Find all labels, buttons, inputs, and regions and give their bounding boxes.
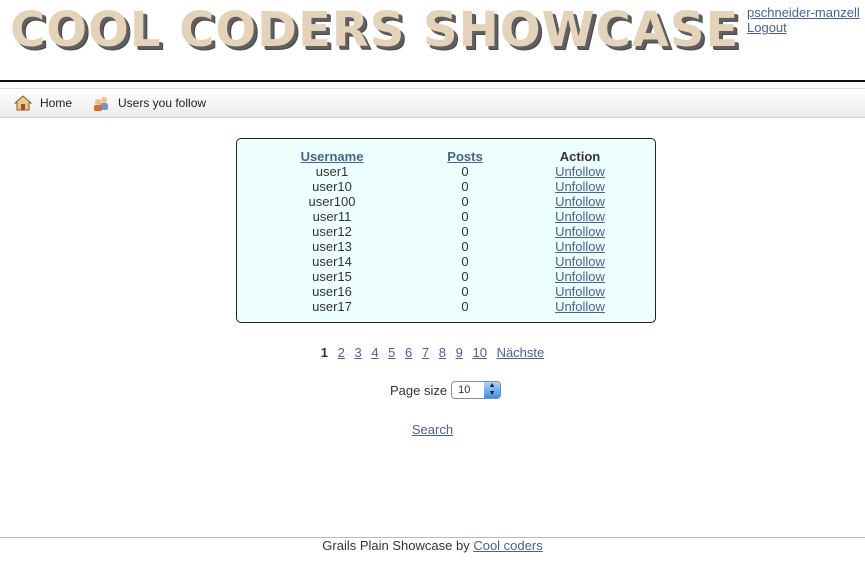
column-header-username[interactable]: Username xyxy=(237,149,427,164)
unfollow-link[interactable]: Unfollow xyxy=(555,194,605,209)
unfollow-link[interactable]: Unfollow xyxy=(555,269,605,284)
page-link[interactable]: 6 xyxy=(405,345,412,360)
user-box: pschneider-manzell Logout xyxy=(747,5,860,35)
table-row: user17 0 Unfollow xyxy=(237,299,657,314)
footer-text: Grails Plain Showcase by xyxy=(322,538,470,553)
cell-posts: 0 xyxy=(461,164,469,179)
unfollow-link[interactable]: Unfollow xyxy=(555,299,605,314)
unfollow-link[interactable]: Unfollow xyxy=(555,164,605,179)
unfollow-link[interactable]: Unfollow xyxy=(555,239,605,254)
cell-posts: 0 xyxy=(461,284,469,299)
cell-posts: 0 xyxy=(461,239,469,254)
page-size-select[interactable]: 10 ▲ ▼ xyxy=(451,381,502,399)
header-divider xyxy=(0,80,865,82)
header: COOL CODERS SHOWCASE pschneider-manzell … xyxy=(0,0,865,80)
page-link[interactable]: 5 xyxy=(388,345,395,360)
column-header-posts[interactable]: Posts xyxy=(427,149,503,164)
cell-posts: 0 xyxy=(461,299,469,314)
page-size-label: Page size xyxy=(390,382,448,398)
current-page: 1 xyxy=(320,345,328,360)
cell-posts: 0 xyxy=(461,254,469,269)
page-link[interactable]: 3 xyxy=(354,345,361,360)
table-row: user1 0 Unfollow xyxy=(237,164,657,179)
nav-users-you-follow[interactable]: Users you follow xyxy=(92,95,206,111)
cell-posts: 0 xyxy=(461,194,469,209)
cell-username: user11 xyxy=(312,209,352,224)
unfollow-link[interactable]: Unfollow xyxy=(555,209,605,224)
nav-home-label: Home xyxy=(40,96,73,110)
users-icon xyxy=(92,95,110,111)
page-link[interactable]: 4 xyxy=(371,345,378,360)
footer-link[interactable]: Cool coders xyxy=(473,538,542,553)
table-row: user100 0 Unfollow xyxy=(237,194,657,209)
search-container: Search xyxy=(0,422,865,437)
nav-home[interactable]: Home xyxy=(13,95,73,111)
site-logo: COOL CODERS SHOWCASE xyxy=(10,2,740,58)
page-link[interactable]: 10 xyxy=(472,345,486,360)
logout-link[interactable]: Logout xyxy=(747,20,860,35)
unfollow-link[interactable]: Unfollow xyxy=(555,284,605,299)
page-link[interactable]: 7 xyxy=(422,345,429,360)
column-header-action: Action xyxy=(559,149,601,164)
page-link[interactable]: 8 xyxy=(439,345,446,360)
cell-username: user14 xyxy=(312,254,352,269)
cell-username: user17 xyxy=(312,299,352,314)
sort-username-link[interactable]: Username xyxy=(301,149,364,164)
cell-username: user15 xyxy=(312,269,352,284)
cell-username: user10 xyxy=(312,179,352,194)
updown-arrows-icon: ▲ ▼ xyxy=(484,382,501,398)
table-header-row: Username Posts Action xyxy=(237,149,657,164)
house-icon xyxy=(13,95,33,111)
page-link[interactable]: 9 xyxy=(456,345,463,360)
cell-username: user12 xyxy=(312,224,352,239)
table-row: user11 0 Unfollow xyxy=(237,209,657,224)
unfollow-link[interactable]: Unfollow xyxy=(555,179,605,194)
table-row: user10 0 Unfollow xyxy=(237,179,657,194)
username-link[interactable]: pschneider-manzell xyxy=(747,5,860,20)
cell-posts: 0 xyxy=(461,224,469,239)
cell-username: user100 xyxy=(308,194,356,209)
cell-posts: 0 xyxy=(461,269,469,284)
unfollow-link[interactable]: Unfollow xyxy=(555,224,605,239)
pagination: 1 2 3 4 5 6 7 8 9 10 Nächste xyxy=(0,345,865,360)
follow-table: Username Posts Action user1 0 Unfollow use… xyxy=(237,149,657,314)
table-row: user12 0 Unfollow xyxy=(237,224,657,239)
unfollow-link[interactable]: Unfollow xyxy=(555,254,605,269)
table-row: user13 0 Unfollow xyxy=(237,239,657,254)
page-size-control: Page size 10 ▲ ▼ xyxy=(390,381,502,399)
cell-posts: 0 xyxy=(461,209,469,224)
footer: Grails Plain Showcase by Cool coders xyxy=(0,538,865,553)
cell-username: user16 xyxy=(312,284,352,299)
navbar: Home Users you follow xyxy=(0,88,865,118)
page-link[interactable]: 2 xyxy=(338,345,345,360)
page-size-value: 10 xyxy=(458,384,471,396)
follow-table-container: Username Posts Action user1 0 Unfollow use… xyxy=(236,138,656,323)
cell-username: user13 xyxy=(312,239,352,254)
cell-username: user1 xyxy=(315,164,349,179)
table-row: user16 0 Unfollow xyxy=(237,284,657,299)
search-link[interactable]: Search xyxy=(412,422,453,437)
next-page-link[interactable]: Nächste xyxy=(497,345,545,360)
table-row: user14 0 Unfollow xyxy=(237,254,657,269)
nav-follow-label: Users you follow xyxy=(118,96,207,110)
sort-posts-link[interactable]: Posts xyxy=(447,149,482,164)
table-row: user15 0 Unfollow xyxy=(237,269,657,284)
cell-posts: 0 xyxy=(461,179,469,194)
